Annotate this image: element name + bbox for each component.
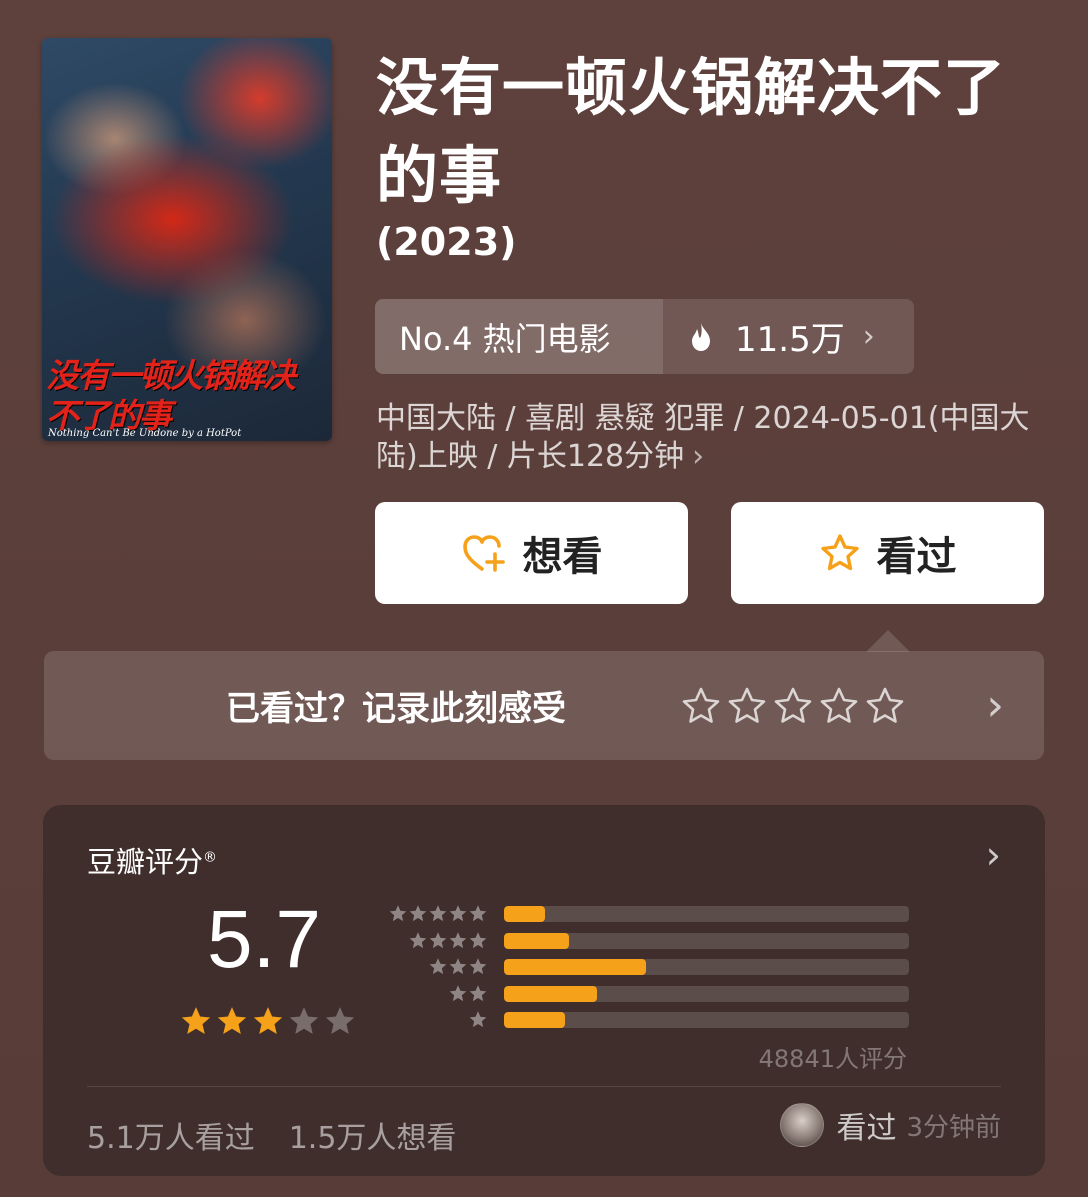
movie-meta[interactable]: 中国大陆 / 喜剧 悬疑 犯罪 / 2024-05-01(中国大陆)上映 / 片… — [376, 400, 1046, 476]
star-icon — [469, 1011, 487, 1028]
want-to-watch-button[interactable]: 想看 — [375, 502, 688, 604]
recent-time: 3分钟前 — [906, 1112, 1001, 1143]
heat-value: 11.5万 — [735, 320, 845, 360]
chevron-right-icon[interactable]: › — [986, 833, 1001, 877]
avatar[interactable] — [780, 1103, 825, 1147]
distribution-bar-fill — [504, 959, 646, 976]
distribution-bar — [504, 906, 909, 923]
record-stars[interactable] — [680, 685, 906, 727]
star-icon — [449, 932, 467, 948]
record-pointer — [866, 630, 910, 652]
rating-title: 豆瓣评分® — [87, 845, 218, 879]
star-outline-icon[interactable] — [772, 685, 814, 727]
watched-button[interactable]: 看过 — [731, 502, 1044, 604]
distribution-row — [386, 981, 909, 1008]
distribution-bar-fill — [504, 985, 598, 1002]
star-icon — [429, 932, 447, 948]
star-outline-icon[interactable] — [726, 685, 768, 727]
star-icon — [469, 932, 487, 948]
distribution-bar — [504, 959, 909, 976]
movie-title: 没有一顿火锅解决不了的事 — [376, 51, 1007, 212]
seen-count[interactable]: 5.1万人看过 — [87, 1121, 255, 1156]
distribution-row — [386, 1007, 909, 1034]
star-icon — [469, 905, 487, 922]
movie-year: (2023) — [376, 220, 517, 264]
watch-counts: 5.1万人看过 1.5万人想看 — [87, 1113, 456, 1157]
rank-label[interactable]: No.4 热门电影 — [375, 299, 663, 374]
vote-count[interactable]: 48841人评分 — [759, 1039, 907, 1074]
distribution-stars — [386, 984, 488, 1004]
divider — [87, 1086, 1001, 1087]
distribution-stars — [386, 904, 488, 924]
heat-indicator[interactable]: 11.5万 › — [663, 299, 914, 374]
distribution-bar — [504, 985, 909, 1002]
rating-card[interactable]: 豆瓣评分® › 5.7 48841人评分 5.1万人看过 1.5万人想看 看过 3… — [43, 805, 1045, 1176]
distribution-row — [386, 954, 909, 981]
registered-mark: ® — [203, 849, 218, 866]
distribution-bar-fill — [504, 1012, 565, 1029]
distribution-bar — [504, 932, 909, 949]
recent-activity[interactable]: 看过 3分钟前 — [780, 1103, 1001, 1147]
rank-box[interactable]: No.4 热门电影 11.5万 › — [375, 299, 914, 374]
rating-score: 5.7 — [207, 894, 321, 985]
poster-title-text: 没有一顿火锅解决不了的事 — [46, 356, 296, 435]
fire-icon — [692, 322, 710, 351]
star-icon — [289, 1007, 319, 1035]
star-icon — [449, 905, 467, 922]
movie-poster[interactable]: 没有一顿火锅解决不了的事 Nothing Can't Be Undone by … — [42, 38, 332, 441]
want-count[interactable]: 1.5万人想看 — [289, 1121, 457, 1156]
distribution-bar-fill — [504, 906, 545, 923]
distribution-row — [386, 928, 909, 955]
distribution-stars — [386, 1010, 488, 1030]
want-label: 想看 — [522, 534, 603, 580]
distribution-bar — [504, 1012, 909, 1029]
star-outline-icon[interactable] — [818, 685, 860, 727]
distribution-stars — [386, 957, 488, 977]
star-icon — [181, 1007, 211, 1035]
seen-label: 看过 — [876, 534, 957, 580]
record-feeling-bar[interactable]: 已看过？记录此刻感受 › — [44, 651, 1044, 760]
star-icon — [429, 905, 447, 922]
star-outline-icon — [820, 534, 859, 571]
star-icon — [469, 958, 487, 975]
chevron-right-icon: › — [986, 680, 1004, 731]
chevron-right-icon: › — [692, 439, 705, 474]
star-icon — [429, 958, 447, 975]
star-outline-icon[interactable] — [864, 685, 906, 727]
star-icon — [449, 958, 467, 975]
star-icon — [217, 1007, 247, 1035]
recent-action: 看过 — [836, 1111, 897, 1146]
star-icon — [469, 985, 487, 1001]
heart-plus-icon — [462, 535, 505, 572]
distribution-bar-fill — [504, 932, 569, 949]
distribution-row — [386, 901, 909, 928]
distribution-stars — [386, 931, 488, 951]
rating-distribution — [386, 901, 909, 1034]
star-icon — [409, 905, 427, 922]
star-icon — [389, 905, 407, 922]
record-prompt: 已看过？记录此刻感受 — [226, 689, 566, 729]
star-icon — [409, 932, 427, 948]
poster-subtitle-text: Nothing Can't Be Undone by a HotPot — [48, 428, 242, 439]
chevron-right-icon: › — [862, 319, 875, 354]
star-icon — [325, 1007, 355, 1035]
star-icon — [253, 1007, 283, 1035]
star-outline-icon[interactable] — [680, 685, 722, 727]
star-icon — [449, 985, 467, 1001]
score-stars — [179, 1005, 357, 1039]
